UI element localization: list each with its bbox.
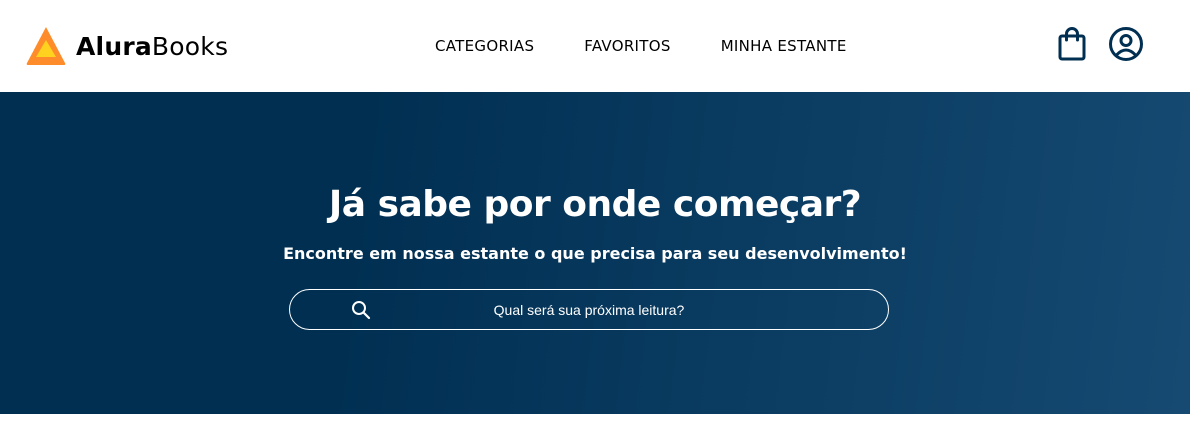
- logo-triangle-icon: [26, 27, 66, 65]
- nav-item-categorias[interactable]: CATEGORIAS: [435, 36, 534, 56]
- nav-item-minha-estante[interactable]: MINHA ESTANTE: [721, 36, 847, 56]
- shopping-bag-icon: [1058, 27, 1086, 61]
- main-nav: CATEGORIAS FAVORITOS MINHA ESTANTE: [435, 36, 847, 56]
- user-profile-icon: [1109, 27, 1143, 61]
- alurabooks-logo[interactable]: AluraBooks: [26, 25, 228, 67]
- logo-text: AluraBooks: [76, 31, 229, 61]
- search-icon: [352, 301, 371, 320]
- nav-item-favoritos[interactable]: FAVORITOS: [584, 36, 670, 56]
- search-bar[interactable]: [289, 289, 889, 330]
- user-profile-button[interactable]: [1108, 25, 1144, 63]
- hero-title: Já sabe por onde começar?: [328, 184, 862, 225]
- hero-subtitle: Encontre em nossa estante o que precisa …: [283, 244, 907, 263]
- shopping-bag-button[interactable]: [1054, 25, 1090, 63]
- hero-banner: Já sabe por onde começar? Encontre em no…: [0, 92, 1190, 414]
- site-header: AluraBooks CATEGORIAS FAVORITOS MINHA ES…: [0, 0, 1190, 92]
- search-input[interactable]: [290, 290, 888, 329]
